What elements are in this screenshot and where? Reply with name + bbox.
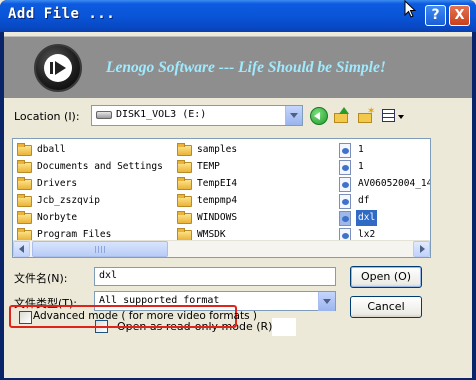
horizontal-scrollbar[interactable] — [13, 240, 430, 257]
folder-icon — [177, 211, 192, 224]
folder-icon — [177, 160, 192, 173]
up-folder-icon[interactable] — [333, 107, 351, 125]
folder-icon — [17, 177, 32, 190]
video-file-icon — [339, 194, 351, 209]
location-value: DISK1_VOL3 (E:) — [116, 109, 207, 120]
help-button[interactable]: ? — [425, 5, 446, 26]
folder-icon — [177, 194, 192, 207]
lenogo-logo-icon — [34, 44, 82, 92]
folder-icon — [17, 211, 32, 224]
video-file-icon — [339, 160, 351, 175]
scroll-right-icon[interactable] — [413, 241, 430, 257]
item-label: AV06052004_14 — [358, 178, 431, 189]
advanced-mode-checkbox[interactable] — [19, 311, 32, 324]
item-label: dball — [37, 144, 66, 155]
item-label: Documents and Settings — [37, 161, 163, 172]
location-dropdown[interactable]: DISK1_VOL3 (E:) — [91, 105, 303, 126]
folder-icon — [17, 160, 32, 173]
dialog-client: Lenogo Software --- Life Should be Simpl… — [4, 32, 472, 378]
back-icon[interactable] — [310, 107, 328, 125]
item-label: df — [358, 195, 370, 206]
chevron-down-icon[interactable] — [318, 292, 335, 311]
scrollbar-thumb[interactable] — [32, 241, 168, 257]
item-label: TEMP — [197, 161, 220, 172]
file-list[interactable]: dball Documents and Settings Drivers Jcb… — [12, 138, 431, 258]
banner-slogan: Lenogo Software --- Life Should be Simpl… — [106, 59, 386, 76]
item-label: WINDOWS — [197, 212, 238, 223]
folder-icon — [17, 143, 32, 156]
item-label: Drivers — [37, 178, 78, 189]
window-title: Add File ... — [8, 6, 116, 22]
file-chooser-panel: Location (I): DISK1_VOL3 (E:) ✶ dball Do… — [4, 102, 472, 370]
cancel-button[interactable]: Cancel — [350, 296, 422, 318]
close-button[interactable]: X — [449, 5, 470, 26]
video-file-icon — [339, 211, 351, 226]
video-file-icon — [339, 143, 351, 158]
location-label: Location (I): — [14, 110, 80, 123]
folder-icon — [177, 143, 192, 156]
folder-icon — [17, 194, 32, 207]
view-menu-icon[interactable] — [382, 107, 406, 125]
item-label: Norbyte — [37, 212, 78, 223]
chevron-down-icon[interactable] — [285, 106, 302, 125]
item-label: Jcb_zszqvip — [37, 195, 100, 206]
item-label: 1 — [358, 144, 364, 155]
open-button[interactable]: Open (O) — [350, 266, 422, 288]
item-label: 1 — [358, 161, 364, 172]
scroll-left-icon[interactable] — [13, 241, 30, 257]
item-label: tempmp4 — [197, 195, 238, 206]
new-folder-icon[interactable]: ✶ — [357, 107, 375, 125]
blank-panel — [272, 318, 296, 336]
advanced-mode-label: Advanced mode ( for more video formats ) — [33, 310, 258, 322]
folder-icon — [177, 177, 192, 190]
close-icon: X — [454, 8, 465, 23]
drive-icon — [96, 111, 112, 119]
item-label: samples — [197, 144, 238, 155]
add-file-dialog: Add File ... ? X Lenogo Software --- Lif… — [0, 0, 476, 380]
mouse-cursor-icon — [404, 0, 416, 18]
filename-label: 文件名(N): — [14, 272, 68, 285]
help-icon: ? — [431, 7, 440, 23]
item-label: dxl — [356, 210, 378, 226]
video-file-icon — [339, 177, 351, 192]
brand-banner: Lenogo Software --- Life Should be Simpl… — [4, 36, 472, 98]
filename-field[interactable]: dxl — [94, 267, 336, 286]
item-label: TempEI4 — [197, 178, 238, 189]
advanced-mode-highlight: Advanced mode ( for more video formats ) — [9, 305, 257, 328]
